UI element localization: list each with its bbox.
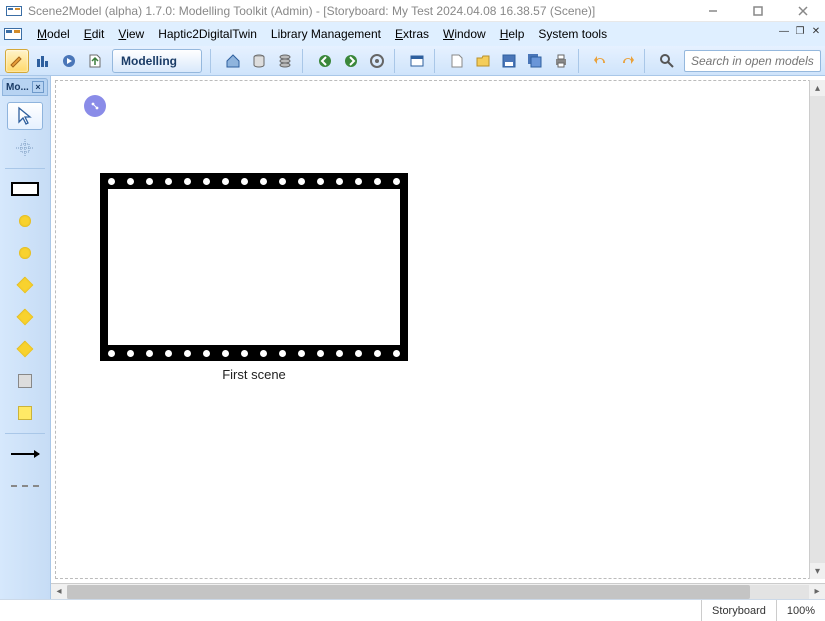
import-export-mode-button[interactable] <box>83 49 107 73</box>
mode-label: Modelling <box>112 49 202 73</box>
diamond-tool-2[interactable] <box>7 303 43 331</box>
search-input[interactable] <box>684 50 821 72</box>
workspace: Mo... × First scene ▴ <box>0 76 825 599</box>
hscroll-thumb[interactable] <box>67 585 750 599</box>
mdi-restore-button[interactable]: ❐ <box>793 24 807 38</box>
close-button[interactable] <box>780 0 825 22</box>
menu-bar: Model Edit View Haptic2DigitalTwin Libra… <box>0 22 825 46</box>
menu-haptic[interactable]: Haptic2DigitalTwin <box>151 23 264 45</box>
minimize-button[interactable] <box>690 0 735 22</box>
scene-tool[interactable] <box>7 175 43 203</box>
menu-edit[interactable]: Edit <box>77 23 112 45</box>
status-mode: Storyboard <box>701 600 776 621</box>
grid-tool[interactable] <box>7 134 43 162</box>
document-icon <box>4 26 22 42</box>
square-tool-yellow[interactable] <box>7 399 43 427</box>
analysis-mode-button[interactable] <box>31 49 55 73</box>
canvas-area: First scene ▴ ▾ ◂ ▸ <box>50 76 825 599</box>
scene-object[interactable] <box>100 173 408 361</box>
menu-window[interactable]: Window <box>436 23 493 45</box>
square-tool-grey[interactable] <box>7 367 43 395</box>
save-button[interactable] <box>497 49 521 73</box>
status-bar: Storyboard 100% <box>0 599 825 621</box>
app-icon <box>6 4 22 18</box>
diamond-tool-3[interactable] <box>7 335 43 363</box>
dashed-line-tool[interactable] <box>7 472 43 500</box>
open-button[interactable] <box>471 49 495 73</box>
film-holes-bottom <box>108 345 400 361</box>
scene-label: First scene <box>100 367 408 382</box>
properties-icon[interactable] <box>84 95 106 117</box>
vscroll-track[interactable] <box>810 96 825 563</box>
save-all-button[interactable] <box>523 49 547 73</box>
search-container <box>684 50 821 72</box>
tool-palette: Mo... × <box>0 76 50 599</box>
stack-button[interactable] <box>273 49 297 73</box>
mdi-close-button[interactable]: ✕ <box>809 24 823 38</box>
menu-model[interactable]: Model <box>30 23 77 45</box>
dot-tool-2[interactable] <box>7 239 43 267</box>
new-button[interactable] <box>445 49 469 73</box>
vertical-scrollbar[interactable]: ▴ ▾ <box>809 80 825 579</box>
hscroll-track[interactable] <box>67 585 809 599</box>
scene-inner <box>108 189 400 345</box>
menu-view[interactable]: View <box>111 23 151 45</box>
home-button[interactable] <box>221 49 245 73</box>
redo-button[interactable] <box>615 49 639 73</box>
canvas[interactable]: First scene <box>55 80 821 579</box>
palette-close-icon[interactable]: × <box>32 81 44 93</box>
main-toolbar: Modelling <box>0 46 825 76</box>
film-holes-top <box>108 173 400 189</box>
window-titlebar: Scene2Model (alpha) 1.7.0: Modelling Too… <box>0 0 825 22</box>
diamond-tool-1[interactable] <box>7 271 43 299</box>
simulation-mode-button[interactable] <box>57 49 81 73</box>
horizontal-scrollbar[interactable]: ◂ ▸ <box>51 583 825 599</box>
window-title: Scene2Model (alpha) 1.7.0: Modelling Too… <box>28 4 595 18</box>
palette-tab[interactable]: Mo... × <box>2 78 48 96</box>
pointer-tool[interactable] <box>7 102 43 130</box>
menu-extras[interactable]: Extras <box>388 23 436 45</box>
menu-system[interactable]: System tools <box>531 23 614 45</box>
print-button[interactable] <box>549 49 573 73</box>
undo-button[interactable] <box>589 49 613 73</box>
menu-library[interactable]: Library Management <box>264 23 388 45</box>
database-button[interactable] <box>247 49 271 73</box>
nav-back-button[interactable] <box>313 49 337 73</box>
model-browser-button[interactable] <box>405 49 429 73</box>
arrow-tool[interactable] <box>7 440 43 468</box>
status-zoom[interactable]: 100% <box>776 600 825 621</box>
scroll-up-icon[interactable]: ▴ <box>810 80 825 96</box>
menu-help[interactable]: Help <box>493 23 532 45</box>
find-button[interactable] <box>655 49 679 73</box>
mdi-minimize-button[interactable]: — <box>777 24 791 38</box>
nav-target-button[interactable] <box>365 49 389 73</box>
maximize-button[interactable] <box>735 0 780 22</box>
dot-tool-1[interactable] <box>7 207 43 235</box>
palette-tab-label: Mo... <box>6 82 29 93</box>
scroll-left-icon[interactable]: ◂ <box>51 585 67 599</box>
nav-forward-button[interactable] <box>339 49 363 73</box>
scroll-right-icon[interactable]: ▸ <box>809 585 825 599</box>
edit-mode-button[interactable] <box>5 49 29 73</box>
scroll-down-icon[interactable]: ▾ <box>810 563 825 579</box>
